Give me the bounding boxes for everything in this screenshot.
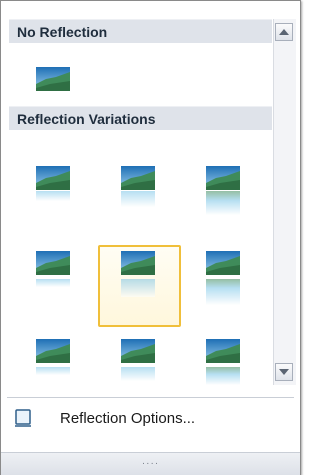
scroll-down-button[interactable] xyxy=(275,363,293,381)
picture-icon xyxy=(121,339,155,363)
reflection-variation-1[interactable] xyxy=(19,156,91,228)
picture-icon xyxy=(36,166,70,190)
picture-icon xyxy=(206,166,240,190)
section-header-reflection-variations: Reflection Variations xyxy=(9,106,272,130)
reflection-variation-9[interactable] xyxy=(189,331,261,385)
reflection-icon xyxy=(121,279,155,297)
reflection-icon xyxy=(36,279,70,287)
picture-icon xyxy=(36,67,70,91)
picture-icon xyxy=(121,251,155,275)
reflection-icon xyxy=(121,367,155,381)
picture-icon xyxy=(206,251,240,275)
reflection-icon xyxy=(206,367,240,385)
scroll-up-button[interactable] xyxy=(275,23,293,41)
reflection-variation-5[interactable] xyxy=(104,249,176,321)
section-header-no-reflection: No Reflection xyxy=(9,19,272,43)
reflection-icon xyxy=(36,367,70,375)
triangle-up-icon xyxy=(279,29,289,35)
picture-icon xyxy=(36,251,70,275)
reflection-variation-6[interactable] xyxy=(189,249,261,321)
resize-grip-icon: ···· xyxy=(141,458,160,469)
triangle-down-icon xyxy=(279,369,289,375)
reflection-options-menu-item[interactable]: Reflection Options... xyxy=(11,403,294,433)
reflection-icon xyxy=(206,191,240,215)
picture-icon xyxy=(36,339,70,363)
reflection-variation-8[interactable] xyxy=(104,331,176,385)
menu-divider xyxy=(7,397,294,398)
vertical-scrollbar[interactable] xyxy=(273,19,296,385)
picture-icon xyxy=(121,166,155,190)
reflection-variation-7[interactable] xyxy=(19,331,91,385)
reflection-variation-4[interactable] xyxy=(19,249,91,321)
reflection-variation-2[interactable] xyxy=(104,156,176,228)
gallery-scroll-area: No Reflection Reflection Variations xyxy=(1,1,272,385)
reflection-options-label: Reflection Options... xyxy=(60,409,196,427)
reflection-icon xyxy=(121,191,155,207)
reflection-gallery: No Reflection Reflection Variations Refl… xyxy=(0,0,301,475)
reflection-icon xyxy=(206,279,240,305)
reflection-variation-3[interactable] xyxy=(189,156,261,228)
resize-grip[interactable]: ···· xyxy=(1,452,300,475)
monitor-icon xyxy=(11,406,35,430)
reflection-icon xyxy=(36,191,70,201)
picture-icon xyxy=(206,339,240,363)
